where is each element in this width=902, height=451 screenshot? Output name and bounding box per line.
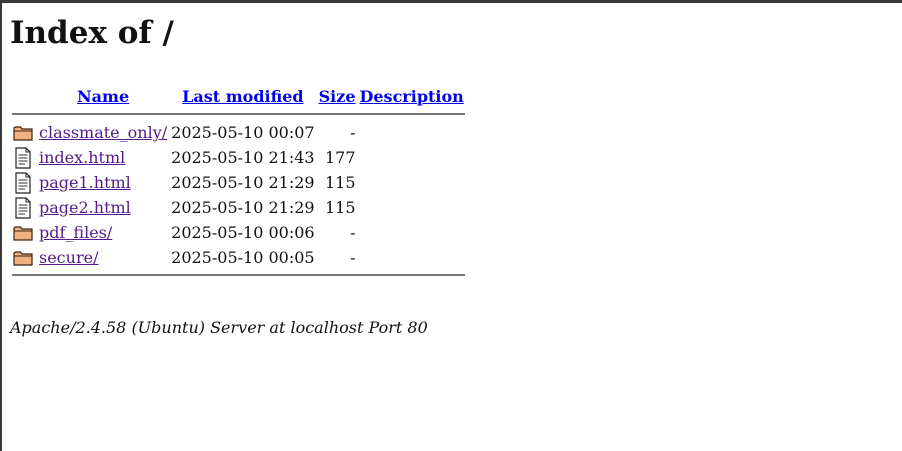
size-cell: - [350, 223, 356, 242]
entry-link[interactable]: classmate_only/ [39, 123, 167, 142]
name-cell: page2.html [38, 196, 168, 219]
entry-link[interactable]: page1.html [39, 173, 131, 192]
page-title: Index of / [10, 15, 174, 51]
horizontal-rule [12, 274, 465, 276]
table-row: secure/2025-05-10 00:05 - [12, 246, 465, 269]
size-cell: - [350, 248, 356, 267]
entry-link[interactable]: pdf_files/ [39, 223, 112, 242]
text-file-icon [13, 171, 35, 194]
sort-by-size-link[interactable]: Size [319, 87, 356, 106]
name-cell: classmate_only/ [38, 121, 168, 144]
description-cell [359, 121, 465, 144]
listing-rows: classmate_only/2025-05-10 00:07 - index.ht… [12, 121, 465, 269]
horizontal-rule [12, 113, 465, 115]
header-icon-spacer [12, 85, 36, 107]
header-last-modified: Last modified [170, 85, 315, 107]
name-cell: index.html [38, 146, 168, 169]
last-modified-cell: 2025-05-10 00:05 [171, 248, 315, 267]
sort-by-name-link[interactable]: Name [77, 87, 129, 106]
size-cell: 115 [324, 173, 356, 192]
table-row: classmate_only/2025-05-10 00:07 - [12, 121, 465, 144]
table-row: pdf_files/2025-05-10 00:06 - [12, 221, 465, 244]
description-cell [359, 146, 465, 169]
description-cell [359, 171, 465, 194]
table-header-row: Name Last modified Size Description [12, 85, 465, 107]
last-modified-cell: 2025-05-10 21:43 [171, 148, 315, 167]
last-modified-cell: 2025-05-10 00:06 [171, 223, 315, 242]
last-modified-cell: 2025-05-10 21:29 [171, 198, 315, 217]
size-cell: 115 [324, 198, 356, 217]
header-separator [12, 109, 465, 119]
footer-separator [12, 271, 465, 279]
description-cell [359, 196, 465, 219]
description-cell [359, 221, 465, 244]
folder-icon [13, 249, 35, 267]
text-file-icon [13, 146, 35, 169]
folder-icon [13, 224, 35, 242]
entry-link[interactable]: secure/ [39, 248, 98, 267]
table-row: page2.html 2025-05-10 21:29 115 [12, 196, 465, 219]
text-file-icon [13, 196, 35, 219]
header-name: Name [38, 85, 168, 107]
name-cell: secure/ [38, 246, 168, 269]
entry-link[interactable]: index.html [39, 148, 125, 167]
last-modified-cell: 2025-05-10 00:07 [171, 123, 315, 142]
last-modified-cell: 2025-05-10 21:29 [171, 173, 315, 192]
server-signature: Apache/2.4.58 (Ubuntu) Server at localho… [10, 318, 428, 337]
description-cell [359, 246, 465, 269]
table-row: index.html 2025-05-10 21:43 177 [12, 146, 465, 169]
header-description: Description [359, 85, 465, 107]
directory-listing-table: Name Last modified Size Description clas… [10, 83, 467, 281]
size-cell: - [350, 123, 356, 142]
name-cell: pdf_files/ [38, 221, 168, 244]
header-size: Size [318, 85, 357, 107]
folder-icon [13, 124, 35, 142]
browser-viewport: Index of / Name Last modified Size Descr… [0, 0, 902, 451]
entry-link[interactable]: page2.html [39, 198, 131, 217]
sort-by-description-link[interactable]: Description [360, 87, 464, 106]
name-cell: page1.html [38, 171, 168, 194]
sort-by-last-modified-link[interactable]: Last modified [182, 87, 303, 106]
size-cell: 177 [324, 148, 356, 167]
table-row: page1.html 2025-05-10 21:29 115 [12, 171, 465, 194]
